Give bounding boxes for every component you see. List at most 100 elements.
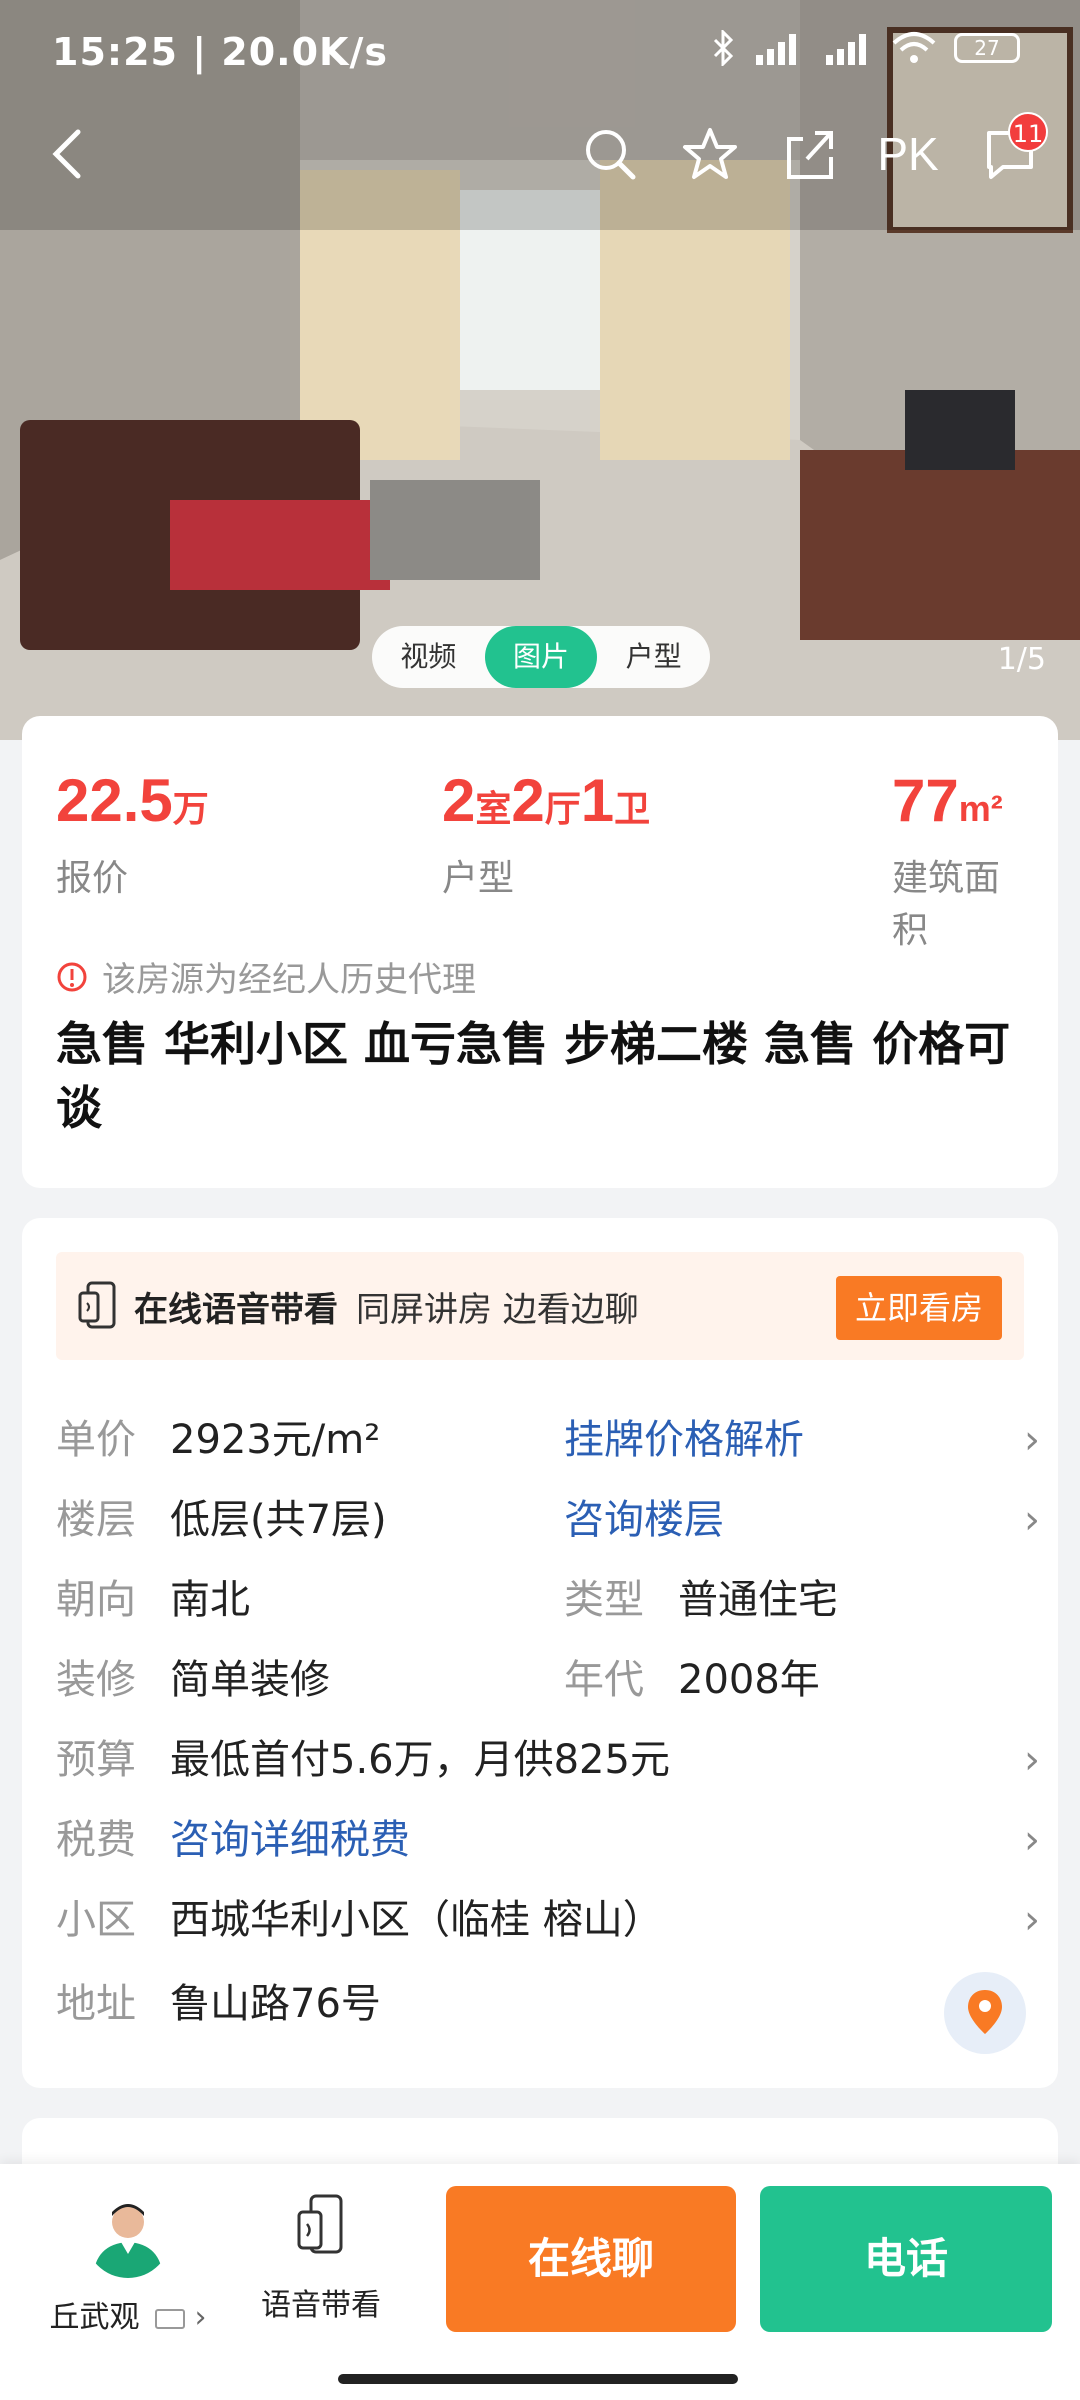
message-badge: 11 — [1008, 112, 1048, 152]
back-button[interactable] — [36, 122, 100, 186]
floor-value: 低层(共7层) — [170, 1497, 387, 1543]
avatar — [85, 2192, 171, 2278]
budget-key: 预算 — [56, 1737, 136, 1783]
agent-name: 丘武观 — [49, 2300, 140, 2335]
chevron-right-icon: › — [194, 2300, 207, 2335]
unit-price-row[interactable]: 单价 2923元/m² 挂牌价格解析 › — [56, 1410, 1046, 1470]
share-button[interactable] — [778, 122, 842, 186]
details-card: 在线语音带看 同屏讲房 边看边聊 立即看房 单价 2923元/m² 挂牌价格解析… — [22, 1218, 1058, 2088]
star-icon — [683, 128, 737, 179]
area-label: 建筑面积 — [892, 858, 1001, 951]
type-value: 普通住宅 — [678, 1577, 838, 1623]
agent-avatar-illustration — [93, 2204, 163, 2278]
banner-subtitle: 同屏讲房 边看边聊 — [356, 1289, 639, 1330]
tab-floorplan[interactable]: 户型 — [597, 626, 710, 688]
key-stats: 22.5万 报价 2室2厅1卫 户型 77m² 建筑面积 — [56, 766, 1024, 951]
decoration-value: 简单装修 — [170, 1657, 330, 1703]
price-analysis-link[interactable]: 挂牌价格解析 — [564, 1410, 804, 1470]
phone-voice-icon — [78, 1281, 116, 1329]
bottom-action-bar: 丘武观 › 语音带看 在线聊 电话 — [0, 2164, 1080, 2400]
back-arrow-icon — [52, 129, 81, 179]
layout-stat: 2室2厅1卫 户型 — [442, 766, 650, 901]
listing-title: 急售 华利小区 血亏急售 步梯二楼 急售 价格可谈 — [56, 1017, 1011, 1135]
signal-icon — [756, 34, 796, 65]
listing-photo[interactable]: 15:25 | 20.0K/s 27 PK 11 视频 图片 户型 1/5 — [0, 0, 1080, 740]
consult-floor-link[interactable]: 咨询楼层 — [564, 1490, 724, 1550]
community-row[interactable]: 小区 西城华利小区（临桂 榕山） › — [56, 1890, 1046, 1950]
messages-button[interactable]: 11 — [978, 112, 1048, 186]
top-navigation: PK 11 — [0, 110, 1080, 200]
layout-label: 户型 — [442, 858, 515, 899]
floor-row[interactable]: 楼层 低层(共7层) 咨询楼层 › — [56, 1490, 1046, 1550]
status-bar: 15:25 | 20.0K/s 27 — [0, 0, 1080, 110]
tax-consult-link[interactable]: 咨询详细税费 — [170, 1810, 410, 1870]
pk-compare-button[interactable]: PK — [876, 122, 940, 186]
chevron-right-icon: › — [1024, 1417, 1040, 1463]
area-value: 77m² — [892, 767, 1003, 834]
search-icon — [586, 130, 636, 180]
agent-profile[interactable]: 丘武观 › — [38, 2192, 218, 2336]
notice-text: 该房源为经纪人历史代理 — [102, 960, 476, 1000]
unit-price-key: 单价 — [56, 1417, 136, 1463]
tab-video[interactable]: 视频 — [372, 626, 485, 688]
voice-tour-button[interactable]: 语音带看 — [246, 2192, 396, 2324]
unit-price-value: 2923元/m² — [170, 1417, 381, 1463]
type-key: 类型 — [564, 1577, 644, 1623]
chevron-right-icon: › — [1024, 1897, 1040, 1943]
orientation-key: 朝向 — [56, 1577, 136, 1623]
address-row: 地址 鲁山路76号 — [56, 1974, 1046, 2034]
wifi-icon — [892, 32, 936, 63]
floor-key: 楼层 — [56, 1497, 136, 1543]
tab-photos[interactable]: 图片 — [484, 626, 598, 688]
area-stat: 77m² 建筑面积 — [892, 766, 1024, 953]
address-value: 鲁山路76号 — [170, 1981, 381, 2027]
summary-card: 22.5万 报价 2室2厅1卫 户型 77m² 建筑面积 该房源为经纪人历史代理… — [22, 716, 1058, 1188]
address-key: 地址 — [56, 1981, 136, 2027]
photo-counter: 1/5 — [997, 642, 1046, 677]
orientation-row: 朝向 南北 类型 普通住宅 — [56, 1570, 1046, 1630]
year-key: 年代 — [564, 1657, 644, 1703]
battery-level: 27 — [974, 36, 1000, 60]
banner-title: 在线语音带看 — [134, 1289, 338, 1330]
agent-history-notice: 该房源为经纪人历史代理 — [56, 952, 476, 1001]
chevron-right-icon: › — [1024, 1497, 1040, 1543]
tax-key: 税费 — [56, 1817, 136, 1863]
view-now-button[interactable]: 立即看房 — [836, 1276, 1002, 1340]
share-icon — [787, 131, 833, 179]
price-value: 22.5万 — [56, 767, 209, 834]
price-label: 报价 — [56, 858, 129, 899]
media-type-tabs: 视频 图片 户型 — [372, 626, 710, 688]
home-indicator[interactable] — [338, 2374, 738, 2384]
decoration-row: 装修 简单装修 年代 2008年 — [56, 1650, 1046, 1710]
status-time: 15:25 | 20.0K/s — [52, 30, 388, 74]
warning-icon — [57, 962, 87, 991]
battery-icon: 27 — [954, 33, 1020, 63]
online-chat-button[interactable]: 在线聊 — [446, 2186, 736, 2332]
call-button[interactable]: 电话 — [760, 2186, 1052, 2332]
budget-row[interactable]: 预算 最低首付5.6万，月供825元 › — [56, 1730, 1046, 1790]
voice-tour-label: 语音带看 — [261, 2288, 381, 2323]
orientation-value: 南北 — [170, 1577, 250, 1623]
layout-value: 2室2厅1卫 — [442, 767, 651, 834]
favorite-button[interactable] — [678, 122, 742, 186]
agent-name-row: 丘武观 › — [38, 2292, 218, 2336]
phone-voice-icon — [297, 2194, 343, 2254]
pk-label: PK — [877, 128, 939, 180]
status-icons: 27 — [712, 30, 1020, 66]
decoration-key: 装修 — [56, 1657, 136, 1703]
tax-row[interactable]: 税费 咨询详细税费 › — [56, 1810, 1046, 1870]
signal-icon-2 — [826, 34, 866, 65]
price-stat: 22.5万 报价 — [56, 766, 209, 901]
chevron-right-icon: › — [1024, 1817, 1040, 1863]
year-value: 2008年 — [678, 1657, 820, 1703]
community-value: 西城华利小区（临桂 榕山） — [170, 1897, 663, 1943]
voice-tour-banner[interactable]: 在线语音带看 同屏讲房 边看边聊 立即看房 — [56, 1252, 1024, 1360]
budget-value: 最低首付5.6万，月供825元 — [170, 1737, 670, 1783]
community-key: 小区 — [56, 1897, 136, 1943]
location-pin-icon — [968, 1990, 1002, 2034]
search-button[interactable] — [578, 122, 642, 186]
bluetooth-icon — [713, 30, 734, 66]
id-card-icon — [155, 2308, 185, 2329]
chevron-right-icon: › — [1024, 1737, 1040, 1783]
map-location-button[interactable] — [944, 1972, 1026, 2054]
